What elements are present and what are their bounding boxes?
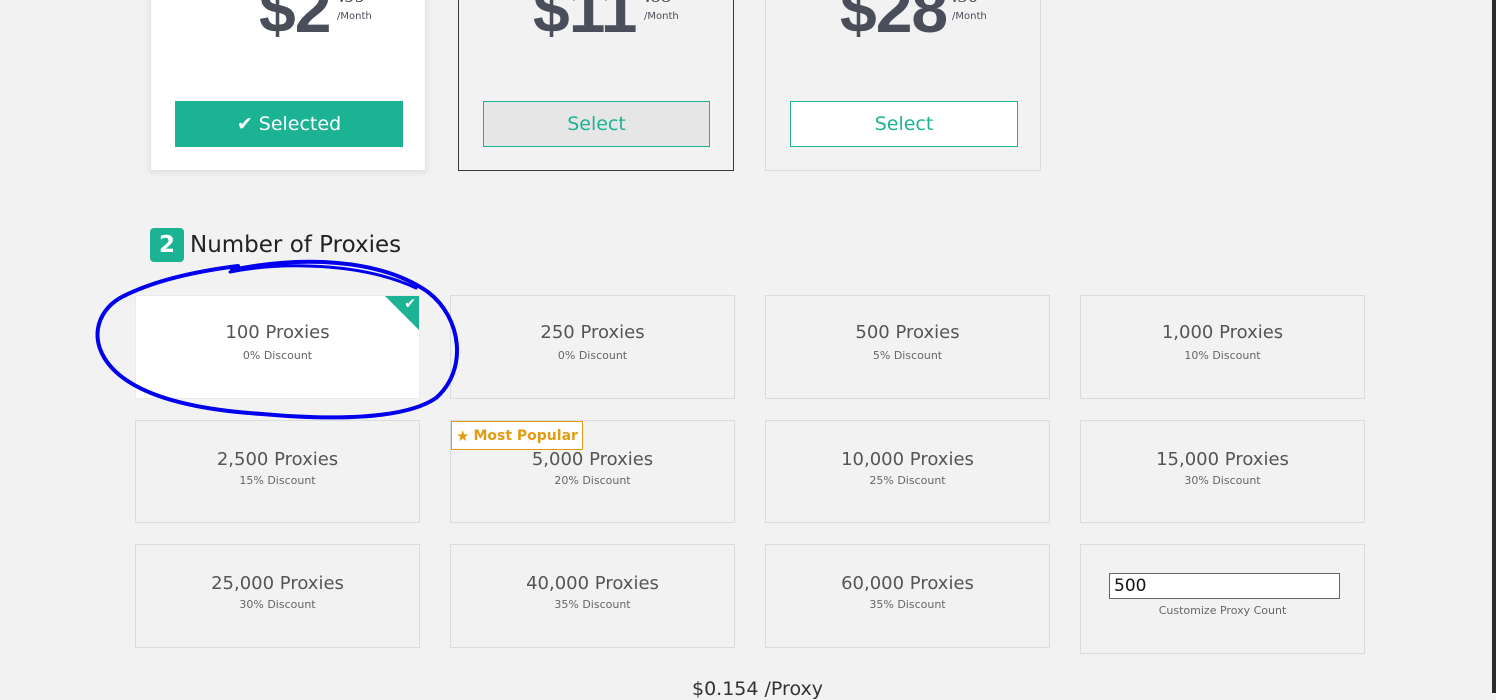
plan-price-1: $2 .99 /Month bbox=[151, 0, 425, 49]
proxy-option-count: 5,000 Proxies bbox=[531, 449, 654, 470]
proxy-option-2500[interactable]: 2,500 Proxies 15% Discount bbox=[135, 420, 420, 523]
per-proxy-price: $0.154 /Proxy bbox=[692, 678, 823, 700]
plan-card-1[interactable]: $2 .99 /Month ✔ Selected bbox=[150, 0, 426, 171]
plan-price-cents: .88 bbox=[645, 0, 671, 8]
proxy-option-count: 15,000 Proxies bbox=[1156, 449, 1289, 470]
proxy-option-100[interactable]: 100 Proxies 0% Discount ✔ bbox=[135, 295, 420, 399]
proxy-option-40000[interactable]: 40,000 Proxies 35% Discount bbox=[450, 544, 735, 648]
proxy-option-15000[interactable]: 15,000 Proxies 30% Discount bbox=[1080, 420, 1365, 523]
plan-price-cents: .50 bbox=[952, 0, 978, 8]
proxy-option-10000[interactable]: 10,000 Proxies 25% Discount bbox=[765, 420, 1050, 523]
proxy-option-count: 10,000 Proxies bbox=[841, 449, 974, 470]
proxy-option-discount: 25% Discount bbox=[869, 474, 946, 487]
section-title: Number of Proxies bbox=[190, 232, 402, 258]
custom-proxy-count-label: Customize Proxy Count bbox=[1158, 604, 1287, 617]
proxy-option-500[interactable]: 500 Proxies 5% Discount bbox=[765, 295, 1050, 399]
proxy-option-discount: 30% Discount bbox=[1184, 474, 1261, 487]
plan-price-dollars: $2 bbox=[259, 0, 331, 46]
proxy-option-250[interactable]: 250 Proxies 0% Discount bbox=[450, 295, 735, 399]
plan-card-3[interactable]: $28 .50 /Month Select bbox=[765, 0, 1041, 171]
proxy-option-custom[interactable]: Customize Proxy Count bbox=[1080, 544, 1365, 654]
proxy-option-discount: 35% Discount bbox=[869, 598, 946, 611]
proxy-option-count: 250 Proxies bbox=[540, 322, 645, 343]
proxy-option-count: 500 Proxies bbox=[855, 322, 960, 343]
most-popular-badge: ★ Most Popular bbox=[451, 421, 583, 450]
proxy-option-discount: 5% Discount bbox=[872, 349, 943, 362]
plan-price-cents: .99 bbox=[339, 0, 365, 8]
proxy-option-discount: 35% Discount bbox=[554, 598, 631, 611]
star-icon: ★ bbox=[456, 426, 470, 445]
proxy-option-count: 25,000 Proxies bbox=[211, 573, 344, 594]
selected-button-label: Selected bbox=[258, 113, 342, 135]
proxy-option-discount: 20% Discount bbox=[554, 474, 631, 487]
section-heading: 2 Number of Proxies bbox=[150, 228, 401, 262]
select-button[interactable]: Select bbox=[790, 101, 1018, 147]
select-button[interactable]: Select bbox=[483, 101, 710, 147]
plan-price-3: $28 .50 /Month bbox=[766, 0, 1040, 49]
proxy-option-discount: 15% Discount bbox=[239, 474, 316, 487]
scrollbar[interactable] bbox=[1492, 0, 1496, 693]
plan-price-2: $11 .88 /Month bbox=[459, 0, 733, 49]
most-popular-label: Most Popular bbox=[473, 427, 578, 444]
plan-price-period: /Month bbox=[952, 11, 987, 22]
plan-price-dollars: $11 bbox=[533, 0, 637, 46]
proxy-option-25000[interactable]: 25,000 Proxies 30% Discount bbox=[135, 544, 420, 648]
plan-price-period: /Month bbox=[337, 11, 372, 22]
plan-price-period: /Month bbox=[644, 11, 679, 22]
proxy-option-discount: 0% Discount bbox=[242, 349, 313, 362]
proxy-option-count: 100 Proxies bbox=[225, 322, 330, 343]
selected-button[interactable]: ✔ Selected bbox=[175, 101, 403, 147]
plan-price-dollars: $28 bbox=[840, 0, 948, 46]
proxy-option-count: 60,000 Proxies bbox=[841, 573, 974, 594]
proxy-option-discount: 10% Discount bbox=[1184, 349, 1261, 362]
proxy-option-60000[interactable]: 60,000 Proxies 35% Discount bbox=[765, 544, 1050, 648]
proxy-option-count: 40,000 Proxies bbox=[526, 573, 659, 594]
check-icon: ✔ bbox=[404, 296, 416, 312]
custom-proxy-count-input[interactable] bbox=[1109, 573, 1340, 599]
check-icon: ✔ bbox=[236, 113, 253, 135]
proxy-option-1000[interactable]: 1,000 Proxies 10% Discount bbox=[1080, 295, 1365, 399]
plan-card-2[interactable]: $11 .88 /Month Select bbox=[458, 0, 734, 171]
proxy-option-count: 2,500 Proxies bbox=[216, 449, 339, 470]
proxy-option-count: 1,000 Proxies bbox=[1161, 322, 1284, 343]
step-number-badge: 2 bbox=[150, 228, 184, 262]
proxy-option-discount: 0% Discount bbox=[557, 349, 628, 362]
proxy-option-discount: 30% Discount bbox=[239, 598, 316, 611]
